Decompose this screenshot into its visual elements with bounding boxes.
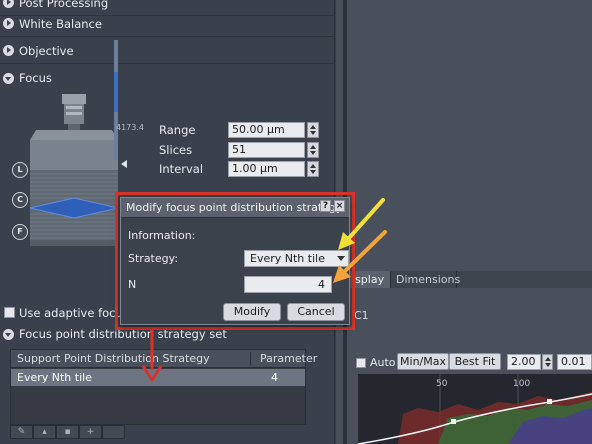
strategy-label: Strategy:	[128, 252, 179, 265]
slices-label: Slices	[159, 143, 193, 157]
tab-strip: isplay Dimensions	[347, 271, 592, 288]
expand-arrow-icon[interactable]	[3, 45, 14, 56]
information-label: Information:	[128, 229, 196, 242]
histogram-curve	[357, 374, 592, 444]
table-header: Support Point Distribution Strategy Para…	[11, 350, 317, 368]
add-button[interactable]: +	[79, 425, 102, 439]
dialog-titlebar[interactable]: Modify focus point distribution strategy…	[121, 198, 349, 218]
channel-label: C1	[354, 309, 369, 322]
strategy-dropdown[interactable]: Every Nth tile	[244, 250, 349, 267]
range-input[interactable]: 50.00 µm	[228, 122, 305, 138]
auto-checkbox[interactable]	[356, 358, 366, 368]
collapse-arrow-icon[interactable]	[3, 328, 14, 340]
close-button[interactable]: ×	[334, 200, 345, 212]
support-point-table: Support Point Distribution Strategy Para…	[10, 349, 317, 425]
last-position-button[interactable]: L	[12, 162, 28, 178]
column-header-parameter[interactable]: Parameter	[250, 352, 317, 365]
cancel-button[interactable]: Cancel	[287, 303, 345, 321]
help-button[interactable]: ?	[320, 200, 331, 212]
gamma-input[interactable]: 2.00	[507, 354, 541, 370]
dialog-title: Modify focus point distribution strategy	[126, 201, 343, 214]
section-label: White Balance	[19, 16, 102, 31]
focus-position-marker-icon[interactable]	[121, 160, 127, 168]
blank-button[interactable]	[102, 425, 125, 439]
column-header-strategy[interactable]: Support Point Distribution Strategy	[17, 352, 210, 365]
parameter-cell: 4	[271, 371, 278, 384]
table-row[interactable]: Every Nth tile 4	[11, 369, 305, 386]
gamma-spinner[interactable]	[542, 354, 553, 370]
slices-spinner[interactable]	[307, 142, 319, 158]
histogram-view[interactable]	[357, 374, 592, 444]
collapse-arrow-icon[interactable]	[3, 72, 14, 84]
chevron-down-icon[interactable]	[337, 256, 345, 261]
section-label: Post Processing	[19, 0, 109, 10]
tab-dimensions[interactable]: Dimensions	[391, 271, 460, 288]
auto-label: Auto	[370, 356, 396, 369]
section-focus[interactable]: Focus	[0, 65, 335, 91]
delete-icon[interactable]: ▪	[56, 425, 79, 439]
range-spinner[interactable]	[307, 122, 319, 138]
histogram-tick-label: 100	[513, 379, 531, 389]
center-position-button[interactable]: C	[12, 192, 28, 208]
histogram-tick-label: 50	[436, 379, 448, 389]
focus-scale-value: 4173.4	[116, 123, 144, 132]
move-up-icon[interactable]: ▴	[33, 425, 56, 439]
focus-scale-selection	[114, 72, 118, 112]
n-label: N	[128, 278, 137, 291]
interval-label: Interval	[159, 162, 204, 176]
interval-input[interactable]: 1.00 µm	[228, 161, 305, 177]
best-fit-button[interactable]: Best Fit	[449, 353, 501, 370]
first-position-button[interactable]: F	[12, 224, 28, 240]
modify-button[interactable]: Modify	[223, 303, 281, 321]
section-white-balance[interactable]: White Balance	[0, 11, 335, 37]
step-input[interactable]: 0.01	[557, 354, 592, 370]
min-max-button[interactable]: Min/Max	[397, 353, 449, 370]
table-toolbar: ✎ ▴ ▪ +	[10, 425, 126, 439]
strategy-cell: Every Nth tile	[17, 371, 92, 384]
expand-arrow-icon[interactable]	[3, 0, 14, 8]
edit-icon[interactable]: ✎	[10, 425, 33, 439]
range-label: Range	[159, 123, 196, 137]
section-label: Focus	[19, 71, 52, 85]
n-input[interactable]: 4	[244, 276, 332, 293]
section-label: Objective	[19, 43, 74, 58]
expand-arrow-icon[interactable]	[3, 18, 14, 29]
strategy-dropdown-value: Every Nth tile	[250, 252, 325, 265]
adaptive-focus-checkbox[interactable]	[4, 307, 15, 318]
modify-strategy-dialog: Modify focus point distribution strategy…	[120, 197, 350, 325]
interval-spinner[interactable]	[307, 161, 319, 177]
slices-input[interactable]: 51	[228, 142, 305, 158]
section-objective[interactable]: Objective	[0, 38, 335, 64]
